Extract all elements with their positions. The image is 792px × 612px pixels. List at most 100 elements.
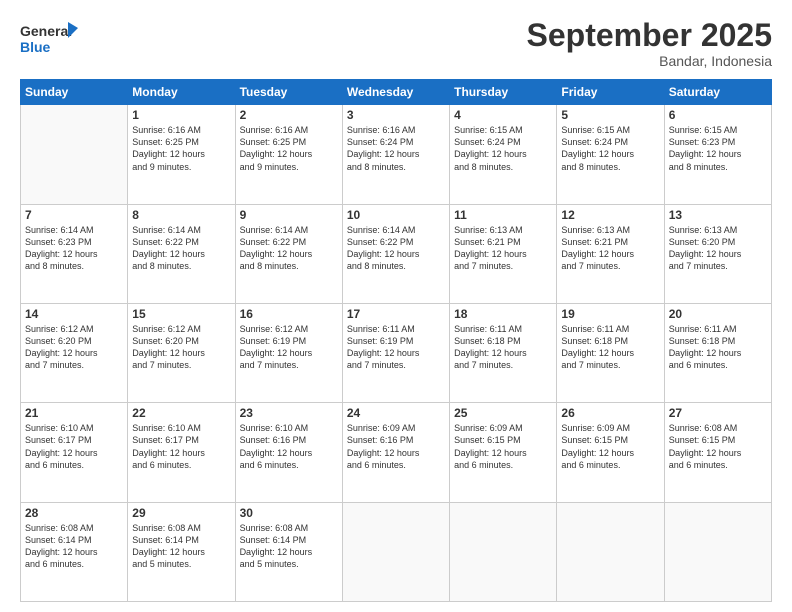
day-cell: 8 Sunrise: 6:14 AM Sunset: 6:22 PM Daylig…: [128, 204, 235, 303]
day-info: Sunrise: 6:09 AM Sunset: 6:15 PM Dayligh…: [561, 422, 659, 471]
day-info: Sunrise: 6:16 AM Sunset: 6:25 PM Dayligh…: [132, 124, 230, 173]
col-header-monday: Monday: [128, 80, 235, 105]
svg-text:General: General: [20, 23, 72, 39]
header-row: SundayMondayTuesdayWednesdayThursdayFrid…: [21, 80, 772, 105]
day-cell: [557, 502, 664, 601]
day-info: Sunrise: 6:12 AM Sunset: 6:20 PM Dayligh…: [132, 323, 230, 372]
day-number: 12: [561, 208, 659, 222]
day-cell: 21Sunrise: 6:10 AM Sunset: 6:17 PM Dayli…: [21, 403, 128, 502]
day-cell: 12 Sunrise: 6:13 AM Sunset: 6:21 PM Dayli…: [557, 204, 664, 303]
day-number: 18: [454, 307, 552, 321]
col-header-thursday: Thursday: [450, 80, 557, 105]
day-cell: 2 Sunrise: 6:16 AM Sunset: 6:25 PM Daylig…: [235, 105, 342, 204]
day-cell: 13Sunrise: 6:13 AM Sunset: 6:20 PM Dayli…: [664, 204, 771, 303]
day-number: 20: [669, 307, 767, 321]
day-number: 28: [25, 506, 123, 520]
day-number: 23: [240, 406, 338, 420]
day-cell: 17 Sunrise: 6:11 AM Sunset: 6:19 PM Dayli…: [342, 303, 449, 402]
logo-svg: General Blue: [20, 18, 80, 60]
day-cell: 24Sunrise: 6:09 AM Sunset: 6:16 PM Dayli…: [342, 403, 449, 502]
day-cell: 25 Sunrise: 6:09 AM Sunset: 6:15 PM Dayli…: [450, 403, 557, 502]
logo: General Blue: [20, 18, 80, 60]
title-block: September 2025 Bandar, Indonesia: [527, 18, 772, 69]
day-info: Sunrise: 6:10 AM Sunset: 6:16 PM Dayligh…: [240, 422, 338, 471]
day-info: Sunrise: 6:08 AM Sunset: 6:14 PM Dayligh…: [132, 522, 230, 571]
day-cell: 28Sunrise: 6:08 AM Sunset: 6:14 PM Dayli…: [21, 502, 128, 601]
day-cell: 15 Sunrise: 6:12 AM Sunset: 6:20 PM Dayli…: [128, 303, 235, 402]
day-number: 21: [25, 406, 123, 420]
day-info: Sunrise: 6:15 AM Sunset: 6:24 PM Dayligh…: [561, 124, 659, 173]
day-info: Sunrise: 6:11 AM Sunset: 6:18 PM Dayligh…: [669, 323, 767, 372]
day-cell: 23 Sunrise: 6:10 AM Sunset: 6:16 PM Dayli…: [235, 403, 342, 502]
day-cell: 16Sunrise: 6:12 AM Sunset: 6:19 PM Dayli…: [235, 303, 342, 402]
day-info: Sunrise: 6:15 AM Sunset: 6:23 PM Dayligh…: [669, 124, 767, 173]
day-info: Sunrise: 6:16 AM Sunset: 6:25 PM Dayligh…: [240, 124, 338, 173]
day-info: Sunrise: 6:14 AM Sunset: 6:22 PM Dayligh…: [132, 224, 230, 273]
col-header-saturday: Saturday: [664, 80, 771, 105]
day-info: Sunrise: 6:16 AM Sunset: 6:24 PM Dayligh…: [347, 124, 445, 173]
day-info: Sunrise: 6:09 AM Sunset: 6:15 PM Dayligh…: [454, 422, 552, 471]
day-info: Sunrise: 6:08 AM Sunset: 6:14 PM Dayligh…: [240, 522, 338, 571]
day-cell: [21, 105, 128, 204]
week-row-2: 14 Sunrise: 6:12 AM Sunset: 6:20 PM Dayli…: [21, 303, 772, 402]
day-cell: [450, 502, 557, 601]
week-row-1: 7 Sunrise: 6:14 AM Sunset: 6:23 PM Daylig…: [21, 204, 772, 303]
day-number: 10: [347, 208, 445, 222]
day-number: 8: [132, 208, 230, 222]
day-number: 14: [25, 307, 123, 321]
day-cell: 14Sunrise: 6:12 AM Sunset: 6:20 PM Dayli…: [21, 303, 128, 402]
day-number: 11: [454, 208, 552, 222]
day-number: 16: [240, 307, 338, 321]
day-number: 24: [347, 406, 445, 420]
day-number: 30: [240, 506, 338, 520]
day-cell: [664, 502, 771, 601]
subtitle: Bandar, Indonesia: [527, 53, 772, 69]
day-cell: 26 Sunrise: 6:09 AM Sunset: 6:15 PM Dayli…: [557, 403, 664, 502]
day-cell: 6Sunrise: 6:15 AM Sunset: 6:23 PM Daylig…: [664, 105, 771, 204]
week-row-0: 1Sunrise: 6:16 AM Sunset: 6:25 PM Daylig…: [21, 105, 772, 204]
month-title: September 2025: [527, 18, 772, 53]
week-row-3: 21 Sunrise: 6:10 AM Sunset: 6:17 PM Dayli…: [21, 403, 772, 502]
day-info: Sunrise: 6:08 AM Sunset: 6:15 PM Dayligh…: [669, 422, 767, 471]
day-number: 19: [561, 307, 659, 321]
col-header-tuesday: Tuesday: [235, 80, 342, 105]
day-number: 26: [561, 406, 659, 420]
day-cell: 3 Sunrise: 6:16 AM Sunset: 6:24 PM Daylig…: [342, 105, 449, 204]
day-cell: 9 Sunrise: 6:14 AM Sunset: 6:22 PM Daylig…: [235, 204, 342, 303]
day-info: Sunrise: 6:11 AM Sunset: 6:19 PM Dayligh…: [347, 323, 445, 372]
day-number: 15: [132, 307, 230, 321]
svg-text:Blue: Blue: [20, 39, 51, 55]
day-info: Sunrise: 6:14 AM Sunset: 6:23 PM Dayligh…: [25, 224, 123, 273]
day-cell: 1Sunrise: 6:16 AM Sunset: 6:25 PM Daylig…: [128, 105, 235, 204]
col-header-wednesday: Wednesday: [342, 80, 449, 105]
day-info: Sunrise: 6:11 AM Sunset: 6:18 PM Dayligh…: [561, 323, 659, 372]
day-number: 5: [561, 108, 659, 122]
day-cell: 11 Sunrise: 6:13 AM Sunset: 6:21 PM Dayli…: [450, 204, 557, 303]
day-cell: 29Sunrise: 6:08 AM Sunset: 6:14 PM Dayli…: [128, 502, 235, 601]
day-number: 17: [347, 307, 445, 321]
day-number: 9: [240, 208, 338, 222]
calendar-table: SundayMondayTuesdayWednesdayThursdayFrid…: [20, 79, 772, 602]
day-number: 22: [132, 406, 230, 420]
header: General Blue September 2025 Bandar, Indo…: [20, 18, 772, 69]
day-cell: 27 Sunrise: 6:08 AM Sunset: 6:15 PM Dayli…: [664, 403, 771, 502]
day-cell: 19 Sunrise: 6:11 AM Sunset: 6:18 PM Dayli…: [557, 303, 664, 402]
day-cell: 10 Sunrise: 6:14 AM Sunset: 6:22 PM Dayli…: [342, 204, 449, 303]
day-number: 7: [25, 208, 123, 222]
day-number: 27: [669, 406, 767, 420]
col-header-friday: Friday: [557, 80, 664, 105]
day-cell: 20 Sunrise: 6:11 AM Sunset: 6:18 PM Dayli…: [664, 303, 771, 402]
day-cell: 7 Sunrise: 6:14 AM Sunset: 6:23 PM Daylig…: [21, 204, 128, 303]
day-cell: 5 Sunrise: 6:15 AM Sunset: 6:24 PM Daylig…: [557, 105, 664, 204]
day-info: Sunrise: 6:11 AM Sunset: 6:18 PM Dayligh…: [454, 323, 552, 372]
day-number: 2: [240, 108, 338, 122]
day-number: 4: [454, 108, 552, 122]
day-info: Sunrise: 6:14 AM Sunset: 6:22 PM Dayligh…: [347, 224, 445, 273]
day-info: Sunrise: 6:13 AM Sunset: 6:21 PM Dayligh…: [454, 224, 552, 273]
day-info: Sunrise: 6:10 AM Sunset: 6:17 PM Dayligh…: [132, 422, 230, 471]
day-cell: [342, 502, 449, 601]
day-info: Sunrise: 6:13 AM Sunset: 6:21 PM Dayligh…: [561, 224, 659, 273]
day-info: Sunrise: 6:14 AM Sunset: 6:22 PM Dayligh…: [240, 224, 338, 273]
day-number: 3: [347, 108, 445, 122]
day-number: 25: [454, 406, 552, 420]
